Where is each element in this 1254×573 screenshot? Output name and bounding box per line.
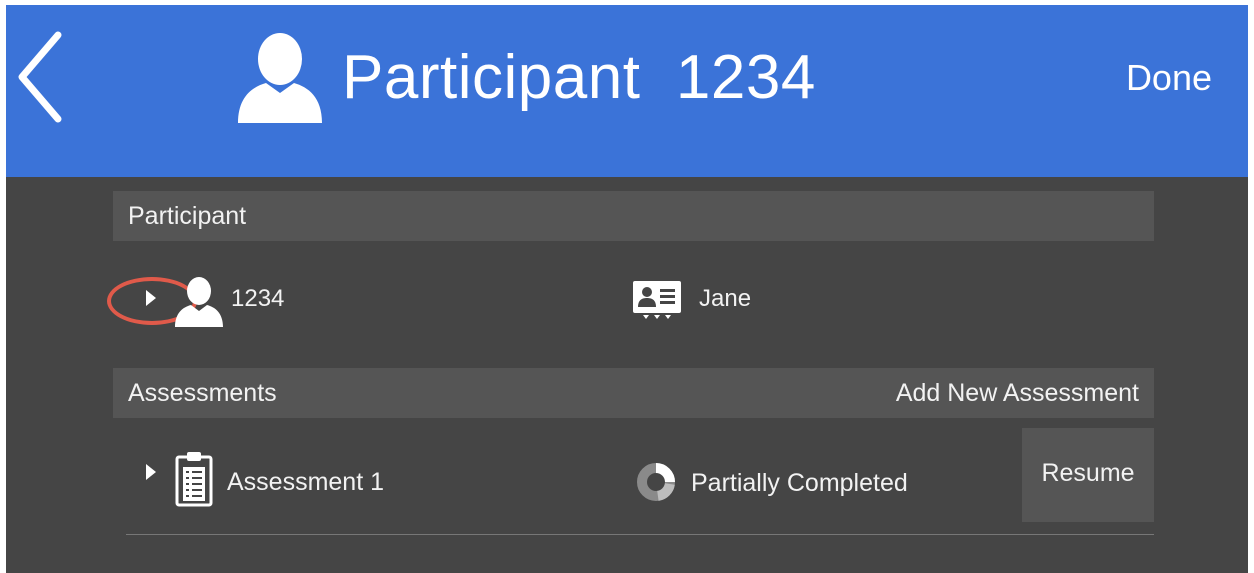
done-button[interactable]: Done <box>1126 57 1212 99</box>
clipboard-icon <box>175 452 213 507</box>
list-item: Assessment 1 Partially Completed Resume <box>113 425 1154 535</box>
participant-name: Jane <box>699 285 752 312</box>
participant-section-header: Participant <box>113 191 1154 241</box>
assessments-section-title: Assessments <box>128 378 277 407</box>
participant-id: 1234 <box>231 285 285 312</box>
triangle-right-icon[interactable] <box>146 464 156 480</box>
assessment-name[interactable]: Assessment 1 <box>227 468 384 497</box>
triangle-right-icon[interactable] <box>146 290 156 306</box>
person-icon <box>238 33 322 123</box>
back-button[interactable] <box>12 29 68 125</box>
assessments-section-header: Assessments Add New Assessment <box>113 368 1154 418</box>
participant-section-title: Participant <box>128 201 247 230</box>
header-bar: Participant 1234 Done <box>6 5 1248 177</box>
page-title-label: Participant <box>342 42 641 112</box>
progress-ring-icon <box>637 463 675 501</box>
chevron-left-icon <box>18 31 62 123</box>
person-icon <box>175 277 223 327</box>
resume-button[interactable]: Resume <box>1022 428 1154 522</box>
assessment-status: Partially Completed <box>691 469 908 497</box>
participant-row: 1234 Jane <box>107 267 1154 327</box>
page-title-id-value: 1234 <box>675 42 816 112</box>
page-title: Participant 1234 <box>234 29 816 125</box>
divider <box>126 534 1154 535</box>
add-new-assessment-button[interactable]: Add New Assessment <box>896 379 1139 408</box>
app-frame: Participant 1234 Done Participant 1234 J… <box>6 5 1248 573</box>
page-title-id <box>640 42 675 113</box>
id-card-icon <box>633 281 681 319</box>
